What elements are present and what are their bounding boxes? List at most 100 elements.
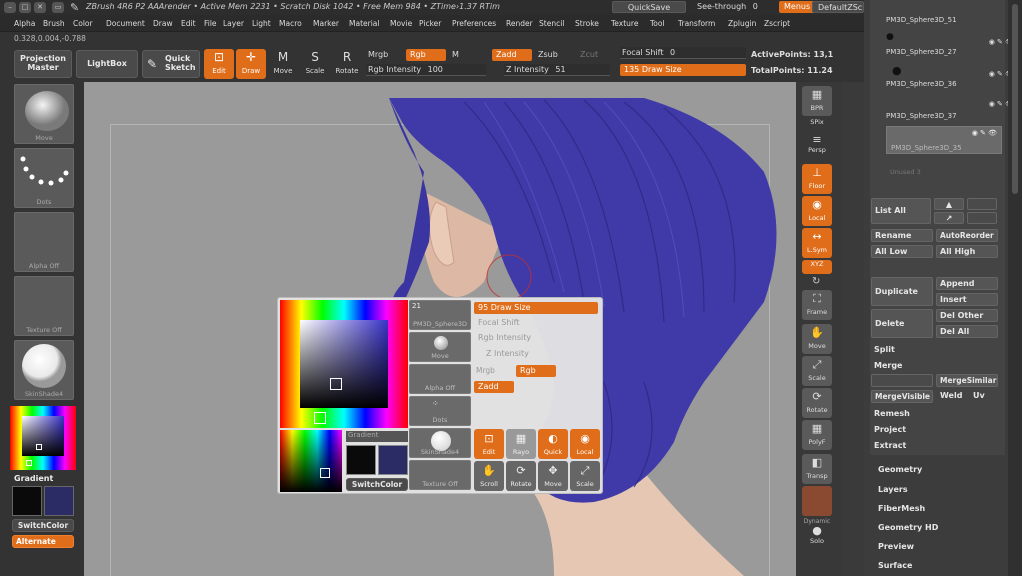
menu-movie[interactable]: Movie bbox=[390, 19, 412, 28]
z-intensity-slider[interactable]: Z Intensity 51 bbox=[504, 64, 610, 76]
blank-button[interactable] bbox=[967, 198, 997, 210]
menu-document[interactable]: Document bbox=[106, 19, 145, 28]
popup-rgb-intensity-slider[interactable]: Rgb Intensity bbox=[474, 332, 598, 344]
close-icon[interactable]: ✕ bbox=[34, 2, 46, 13]
subtool-item[interactable]: PM3D_Sphere3D_37 bbox=[886, 112, 996, 125]
popup-gradient-picker[interactable] bbox=[280, 430, 342, 492]
draw-button[interactable]: ✛ Draw bbox=[236, 49, 266, 79]
duplicate-button[interactable]: Duplicate bbox=[871, 277, 933, 306]
scale-button[interactable]: S Scale bbox=[300, 49, 330, 79]
popup-scale-button[interactable]: ⤢ Scale bbox=[570, 461, 600, 491]
popup-local-button[interactable]: ◉ Local bbox=[570, 429, 600, 459]
popup-switch-color-button[interactable]: SwitchColor bbox=[346, 478, 408, 491]
zbrush-brush-icon[interactable]: ✎ bbox=[70, 1, 79, 14]
rgb-intensity-slider[interactable]: Rgb Intensity 100 bbox=[366, 64, 486, 76]
geometry-section[interactable]: Geometry bbox=[878, 465, 922, 474]
menu-file[interactable]: File bbox=[204, 19, 217, 28]
minimize-icon[interactable]: – bbox=[4, 2, 16, 13]
bpr-button[interactable]: ▦ BPR bbox=[802, 86, 832, 116]
popup-mrgb-button[interactable]: Mrgb bbox=[476, 366, 495, 375]
fibermesh-section[interactable]: FiberMesh bbox=[878, 504, 925, 513]
menu-stroke[interactable]: Stroke bbox=[575, 19, 599, 28]
popup-tool-thumbnail[interactable]: 21 PM3D_Sphere3D bbox=[409, 300, 471, 330]
zcut-button[interactable]: Zcut bbox=[580, 50, 598, 59]
quicksave-button[interactable]: QuickSave bbox=[612, 1, 686, 13]
floor-button[interactable]: ⊥ Floor bbox=[802, 164, 832, 194]
menu-layer[interactable]: Layer bbox=[223, 19, 244, 28]
insert-button[interactable]: Insert bbox=[936, 293, 998, 306]
popup-rotate-button[interactable]: ⟳ Rotate bbox=[506, 461, 536, 491]
popup-quick-button[interactable]: ◐ Quick bbox=[538, 429, 568, 459]
rotate-axis-icon[interactable]: ↻ bbox=[812, 276, 820, 287]
list-all-button[interactable]: List All bbox=[871, 198, 931, 224]
popup-focal-shift-slider[interactable]: Focal Shift bbox=[474, 317, 598, 329]
menus-button[interactable]: Menus bbox=[779, 1, 816, 13]
split-menu[interactable]: Split bbox=[874, 345, 895, 354]
popup-alpha-thumbnail[interactable]: Alpha Off bbox=[409, 364, 471, 394]
popup-gradient-label[interactable]: Gradient bbox=[346, 431, 408, 442]
view-rotate-button[interactable]: ⟳ Rotate bbox=[802, 388, 832, 418]
popup-main-color-swatch[interactable] bbox=[346, 445, 376, 475]
subtool-item[interactable]: PM3D_Sphere3D_51 bbox=[886, 16, 996, 29]
transp-button[interactable]: ◧ Transp bbox=[802, 454, 832, 484]
del-all-button[interactable]: Del All bbox=[936, 325, 998, 338]
popup-brush-thumbnail[interactable]: Move bbox=[409, 332, 471, 362]
ghost-button[interactable] bbox=[802, 486, 832, 516]
popup-material-thumbnail[interactable]: SkinShade4 bbox=[409, 428, 471, 458]
menu-alpha[interactable]: Alpha bbox=[14, 19, 35, 28]
auto-reorder-button[interactable]: AutoReorder bbox=[936, 229, 998, 242]
popup-secondary-color-swatch[interactable] bbox=[378, 445, 408, 475]
palette-scrollbar[interactable] bbox=[1008, 0, 1022, 576]
popup-texture-thumbnail[interactable]: Texture Off bbox=[409, 460, 471, 490]
subtool-toggles[interactable]: ◉ ✎ 👁 bbox=[906, 66, 1016, 79]
polyf-button[interactable]: ▦ PolyF bbox=[802, 420, 832, 450]
uv-toggle[interactable]: Uv bbox=[973, 391, 985, 400]
menu-texture[interactable]: Texture bbox=[611, 19, 638, 28]
menu-zplugin[interactable]: Zplugin bbox=[728, 19, 756, 28]
texture-thumbnail[interactable]: Texture Off bbox=[14, 276, 74, 336]
append-button[interactable]: Append bbox=[936, 277, 998, 290]
subtool-item[interactable]: PM3D_Sphere3D_36 bbox=[886, 80, 996, 93]
stroke-thumbnail[interactable]: Dots bbox=[14, 148, 74, 208]
restore-icon[interactable]: □ bbox=[19, 2, 31, 13]
popup-color-picker[interactable] bbox=[280, 300, 408, 428]
visibility-eye-icon[interactable]: ◉ ✎ 👁 bbox=[972, 129, 997, 137]
subtool-toggles[interactable]: ◉ ✎ 👁 bbox=[906, 34, 1016, 47]
merge-down-button[interactable] bbox=[871, 374, 933, 387]
lightbox-button[interactable]: LightBox bbox=[76, 50, 138, 78]
mrgb-button[interactable]: Mrgb bbox=[368, 50, 388, 59]
surface-section[interactable]: Surface bbox=[878, 561, 912, 570]
local-button[interactable]: ◉ Local bbox=[802, 196, 832, 226]
merge-menu[interactable]: Merge bbox=[874, 361, 902, 370]
material-thumbnail[interactable]: SkinShade4 bbox=[14, 340, 74, 400]
merge-similar-button[interactable]: MergeSimilar bbox=[936, 374, 998, 387]
popup-zadd-button[interactable]: Zadd bbox=[474, 381, 514, 393]
rgb-button[interactable]: Rgb bbox=[406, 49, 446, 61]
alpha-thumbnail[interactable]: Alpha Off bbox=[14, 212, 74, 272]
subtool-item-selected[interactable]: ◉ ✎ 👁 PM3D_Sphere3D_35 bbox=[886, 126, 1002, 154]
menu-light[interactable]: Light bbox=[252, 19, 271, 28]
popup-saturation-square[interactable] bbox=[300, 320, 388, 408]
popup-scroll-button[interactable]: ✋ Scroll bbox=[474, 461, 504, 491]
menu-transform[interactable]: Transform bbox=[678, 19, 715, 28]
view-scale-button[interactable]: ⤢ Scale bbox=[802, 356, 832, 386]
persp-button[interactable]: ≡ Persp bbox=[802, 134, 832, 158]
menu-draw[interactable]: Draw bbox=[153, 19, 173, 28]
menu-edit[interactable]: Edit bbox=[181, 19, 196, 28]
menu-stencil[interactable]: Stencil bbox=[539, 19, 564, 28]
spix-slider[interactable]: SPix bbox=[802, 118, 832, 130]
geometry-hd-section[interactable]: Geometry HD bbox=[878, 523, 938, 532]
subtool-toggles[interactable]: ◉ ✎ 👁 bbox=[906, 96, 1016, 109]
menu-brush[interactable]: Brush bbox=[43, 19, 65, 28]
move-down-icon[interactable]: ↗ bbox=[934, 212, 964, 224]
popup-stroke-thumbnail[interactable]: ⁘ Dots bbox=[409, 396, 471, 426]
subtool-item[interactable]: PM3D_Sphere3D_27 bbox=[886, 48, 996, 61]
popup-rgb-button[interactable]: Rgb bbox=[516, 365, 556, 377]
move-button[interactable]: M Move bbox=[268, 49, 298, 79]
merge-visible-button[interactable]: MergeVisible bbox=[871, 390, 933, 403]
see-through-slider[interactable]: See-through 0 bbox=[692, 1, 763, 13]
all-high-button[interactable]: All High bbox=[936, 245, 998, 258]
m-button[interactable]: M bbox=[452, 50, 459, 59]
draw-size-slider[interactable]: 135 Draw Size bbox=[620, 64, 746, 76]
menu-tool[interactable]: Tool bbox=[650, 19, 665, 28]
